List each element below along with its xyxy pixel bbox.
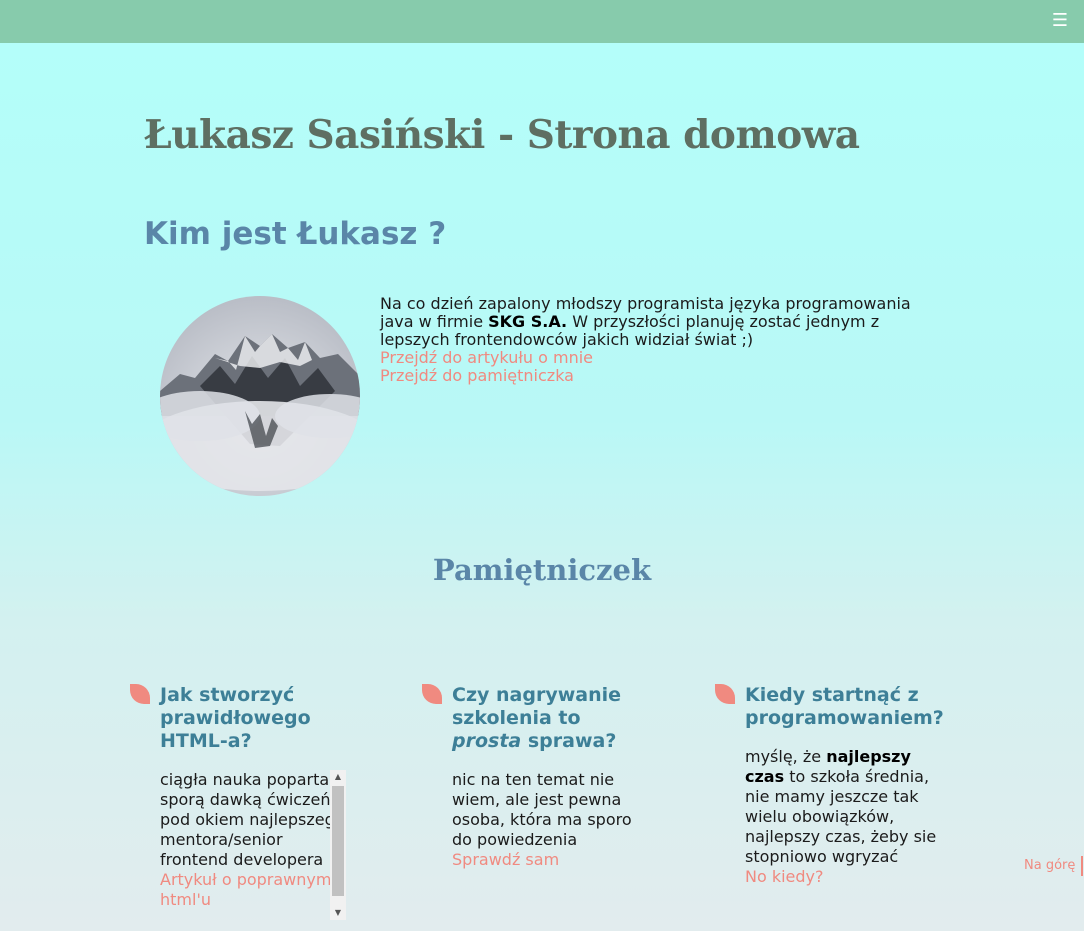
about-article-link[interactable]: Przejdź do artykułu o mnie	[380, 349, 920, 367]
about-description: Na co dzień zapalony młodszy programista…	[380, 295, 920, 385]
card-scroll-area[interactable]: ciągła nauka poparta sporą dawką ćwiczeń…	[160, 770, 346, 920]
card-text-part1: myślę, że	[745, 747, 827, 766]
scroll-thumb[interactable]	[332, 786, 344, 896]
card-title-emphasis: prosta	[452, 730, 522, 752]
leaf-icon	[130, 684, 150, 704]
card-body: myślę, że najlepszy czas to szkoła średn…	[745, 747, 945, 887]
top-bar: ☰	[0, 0, 1084, 43]
card-title-part2: sprawa?	[521, 730, 617, 752]
diary-link[interactable]: Przejdź do pamiętniczka	[380, 367, 920, 385]
card-scrollbar[interactable]: ▲ ▼	[330, 770, 346, 920]
card-title: Czy nagrywanie szkolenia to prosta spraw…	[452, 684, 652, 753]
about-heading: Kim jest Łukasz ?	[144, 216, 447, 252]
card-title: Jak stworzyć prawidłowego HTML-a?	[160, 684, 311, 752]
back-to-top-link[interactable]: Na górę	[1024, 856, 1084, 876]
scroll-up-arrow-icon[interactable]: ▲	[330, 770, 346, 784]
card-link[interactable]: No kiedy?	[745, 867, 945, 887]
card-body: ciągła nauka poparta sporą dawką ćwiczeń…	[160, 770, 346, 920]
hamburger-icon[interactable]: ☰	[1050, 10, 1070, 32]
card-text: nic na ten temat nie wiem, ale jest pewn…	[452, 770, 632, 849]
leaf-icon	[715, 684, 735, 704]
card-link[interactable]: Artykuł o poprawnym html'u	[160, 870, 346, 910]
company-name: SKG S.A.	[488, 312, 568, 331]
mountain-image	[160, 296, 360, 496]
card-text: ciągła nauka poparta sporą dawką ćwiczeń…	[160, 770, 345, 869]
card-body: nic na ten temat nie wiem, ale jest pewn…	[452, 770, 638, 870]
scroll-down-arrow-icon[interactable]: ▼	[330, 906, 346, 920]
page-title: Łukasz Sasiński - Strona domowa	[144, 112, 860, 158]
card-title: Kiedy startnąć z programowaniem?	[745, 684, 944, 729]
leaf-icon	[422, 684, 442, 704]
card-link[interactable]: Sprawdź sam	[452, 850, 638, 870]
diary-heading: Pamiętniczek	[432, 553, 652, 587]
profile-image	[160, 296, 360, 496]
card-title-part1: Czy nagrywanie szkolenia to	[452, 684, 622, 729]
